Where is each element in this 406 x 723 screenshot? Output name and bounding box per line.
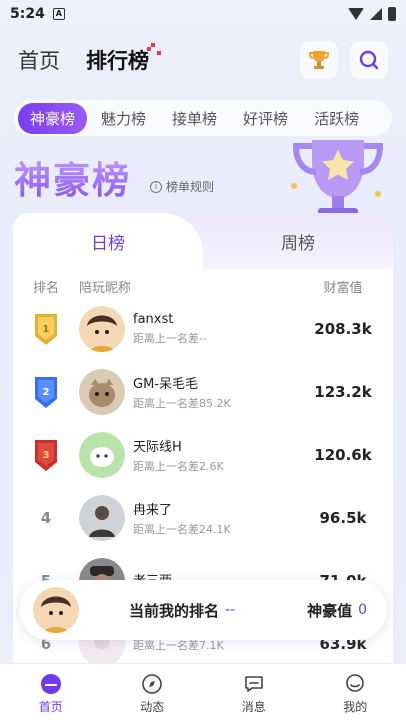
status-bar: 5:24 A — [0, 0, 406, 28]
bottom-nav-feed-label: 动态 — [140, 699, 165, 714]
row-wealth: 123.2k — [314, 382, 372, 401]
row-name: GM-呆毛毛 — [133, 376, 198, 392]
search-icon — [359, 50, 379, 70]
notification-icon: A — [52, 8, 65, 20]
rank-cell: 1 — [13, 312, 79, 346]
status-time: 5:24 — [10, 6, 45, 22]
svg-text:3: 3 — [43, 450, 50, 461]
tab-charm[interactable]: 魅力榜 — [89, 103, 158, 134]
my-rank-value: -- — [225, 602, 236, 618]
svg-text:2: 2 — [43, 387, 50, 398]
search-button[interactable] — [350, 41, 388, 79]
wifi-icon — [348, 8, 364, 20]
tab-weekly[interactable]: 周榜 — [203, 213, 393, 269]
user-icon — [346, 673, 365, 692]
row-gap: 距离上一名差2.6K — [133, 459, 224, 473]
gold-medal-icon: 1 — [35, 313, 57, 345]
my-rank-bar[interactable]: 当前我的排名 -- 神豪值 0 — [19, 580, 387, 640]
bottom-nav-messages[interactable]: 消息 — [203, 664, 305, 723]
hero-title: 神豪榜 — [14, 150, 131, 204]
bottom-nav-feed[interactable]: 动态 — [102, 664, 204, 723]
silver-medal-icon: 2 — [35, 376, 57, 408]
row-wealth: 208.3k — [314, 319, 372, 338]
tab-orders[interactable]: 接单榜 — [160, 103, 229, 134]
bottom-nav-me[interactable]: 我的 — [305, 664, 406, 723]
trophy-icon — [309, 51, 329, 69]
row-gap: 距离上一名差-- — [133, 331, 207, 345]
bottom-nav-me-label: 我的 — [343, 699, 368, 714]
top-nav: 首页 排行榜 — [0, 38, 406, 82]
battery-icon — [388, 7, 396, 21]
row-wealth: 96.5k — [319, 508, 367, 527]
rank-cell: 3 — [13, 438, 79, 472]
tab-leaderboard-label: 排行榜 — [86, 49, 149, 73]
my-wealth-label: 神豪值 — [307, 601, 353, 620]
bottom-nav-home[interactable]: 首页 — [0, 664, 102, 723]
category-tabs: 神豪榜 魅力榜 接单榜 好评榜 活跃榜 — [14, 100, 392, 136]
row-name: 冉来了 — [133, 502, 173, 518]
tab-home[interactable]: 首页 — [18, 45, 60, 75]
rank-cell: 2 — [13, 375, 79, 409]
table-row[interactable]: 4 冉来了 距离上一名差24.1K 96.5k — [13, 486, 393, 549]
info-icon: i — [150, 180, 162, 193]
row-wealth: 120.6k — [314, 445, 372, 464]
avatar — [79, 368, 125, 415]
table-row[interactable]: 2 GM-呆毛毛 距离上一名差85.2K 123.2k — [13, 360, 393, 423]
rules-label: 榜单规则 — [166, 180, 215, 194]
rules-link[interactable]: i 榜单规则 — [150, 178, 214, 195]
bottom-nav-home-label: 首页 — [38, 699, 63, 714]
tab-daily[interactable]: 日榜 — [13, 213, 203, 269]
message-icon — [244, 675, 263, 692]
my-rank-label: 当前我的排名 — [129, 601, 220, 620]
avatar — [79, 494, 125, 541]
avatar — [79, 431, 125, 478]
bottom-nav-messages-label: 消息 — [241, 699, 266, 714]
tab-active[interactable]: 活跃榜 — [302, 103, 371, 134]
table-row[interactable]: 3 天际线H 距离上一名差2.6K 120.6k — [13, 423, 393, 486]
signal-icon — [370, 8, 382, 20]
tab-reviews[interactable]: 好评榜 — [231, 103, 300, 134]
my-avatar — [33, 587, 79, 633]
table-row[interactable]: 1 fanxst 距离上一名差-- 208.3k — [13, 297, 393, 360]
tab-leaderboard[interactable]: 排行榜 — [86, 43, 161, 75]
my-wealth-value: 0 — [358, 602, 367, 618]
compass-icon — [142, 673, 163, 694]
home-icon — [40, 673, 61, 694]
row-name: fanxst — [133, 311, 174, 327]
trophy-button[interactable] — [300, 41, 338, 79]
row-gap: 距离上一名差85.2K — [133, 396, 231, 410]
tab-wealth[interactable]: 神豪榜 — [18, 102, 88, 134]
row-name: 天际线H — [133, 439, 182, 455]
bronze-medal-icon: 3 — [35, 439, 57, 471]
pixel-deco-icon — [145, 39, 161, 55]
row-gap: 距离上一名差24.1K — [133, 522, 231, 536]
rank-cell: 4 — [40, 508, 52, 527]
period-tabs: 日榜 周榜 — [13, 213, 393, 269]
bottom-nav: 首页 动态 消息 我的 — [0, 663, 406, 723]
avatar — [79, 305, 125, 352]
svg-text:1: 1 — [43, 324, 50, 335]
